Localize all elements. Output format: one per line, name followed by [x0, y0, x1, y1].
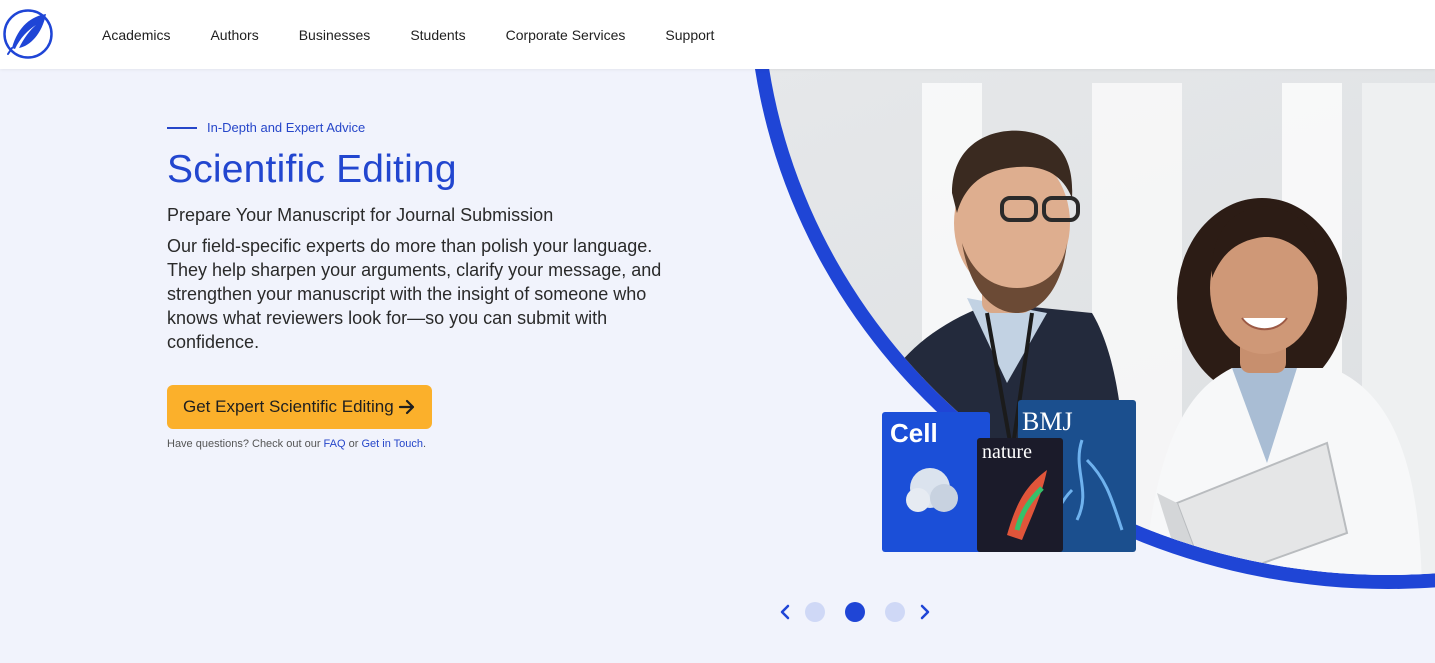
carousel-next-button[interactable] [915, 602, 935, 622]
arrow-right-icon [398, 400, 414, 415]
get-in-touch-link[interactable]: Get in Touch [361, 438, 423, 450]
page-title: Scientific Editing [167, 148, 457, 191]
journal-covers: Cell BMJ nature [882, 400, 1136, 552]
carousel-dot-3[interactable] [885, 602, 905, 622]
chevron-left-icon [780, 604, 790, 620]
nature-title: nature [982, 441, 1032, 463]
help-text: Have questions? Check out our FAQ or Get… [167, 438, 427, 451]
carousel-dot-2[interactable] [845, 602, 865, 622]
chevron-right-icon [920, 604, 930, 620]
cell-title: Cell [890, 418, 938, 448]
cell-journal-cover: Cell [882, 412, 990, 552]
carousel-prev-button[interactable] [775, 602, 795, 622]
nav-students[interactable]: Students [410, 27, 465, 43]
nav-businesses[interactable]: Businesses [299, 27, 371, 43]
top-navigation-bar: Academics Authors Businesses Students Co… [0, 0, 1435, 69]
carousel-pager [775, 597, 935, 627]
cta-label: Get Expert Scientific Editing [183, 397, 394, 417]
eyebrow-text: In-Depth and Expert Advice [207, 120, 366, 135]
hero-subtitle: Prepare Your Manuscript for Journal Subm… [167, 204, 554, 225]
bmj-title: BMJ [1022, 407, 1073, 436]
nature-journal-cover: nature [977, 438, 1063, 552]
eyebrow: In-Depth and Expert Advice [167, 120, 697, 135]
nav-academics[interactable]: Academics [102, 27, 170, 43]
eyebrow-line [167, 126, 197, 129]
nav-authors[interactable]: Authors [210, 27, 258, 43]
nav-support[interactable]: Support [665, 27, 714, 43]
main-nav: Academics Authors Businesses Students Co… [102, 0, 754, 69]
hero-description: Our field-specific experts do more than … [167, 236, 662, 353]
carousel-dot-1[interactable] [805, 602, 825, 622]
quill-logo-icon[interactable] [2, 8, 54, 60]
get-expert-editing-button[interactable]: Get Expert Scientific Editing [167, 385, 432, 430]
faq-link[interactable]: FAQ [324, 438, 346, 450]
nav-corporate-services[interactable]: Corporate Services [506, 27, 626, 43]
hero-content: In-Depth and Expert Advice Scientific Ed… [167, 120, 697, 450]
